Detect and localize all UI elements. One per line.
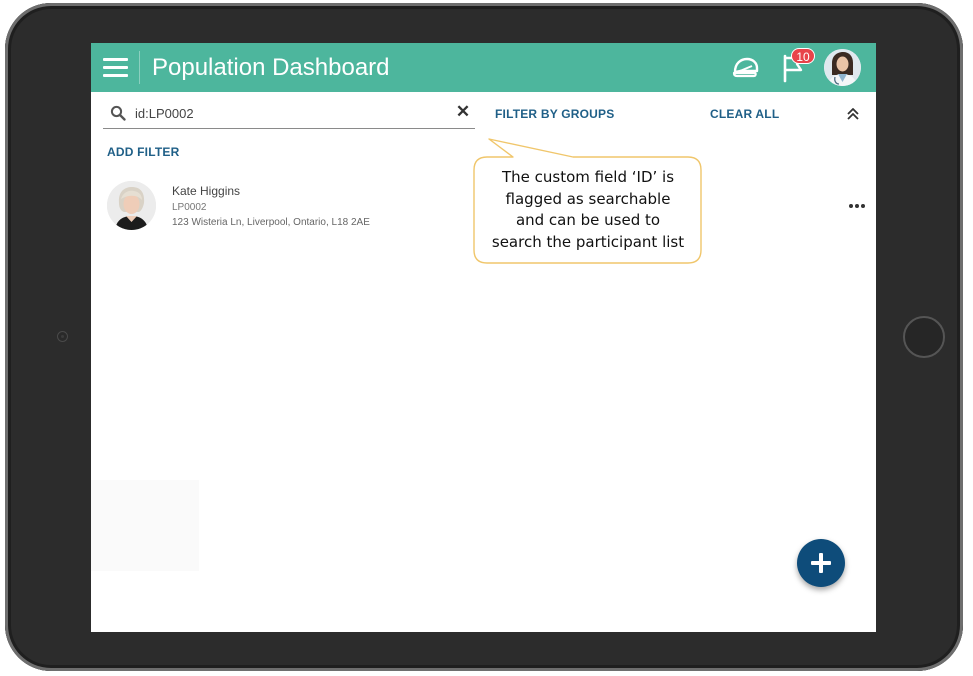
filter-by-groups-link[interactable]: FILTER BY GROUPS: [495, 107, 614, 121]
notification-badge: 10: [791, 48, 815, 64]
participant-id: LP0002: [172, 202, 207, 213]
clear-search-icon[interactable]: ✕: [455, 103, 471, 121]
camera-icon: [57, 331, 68, 342]
callout-line: search the participant list: [491, 232, 685, 251]
list-item[interactable]: Kate Higgins LP0002 123 Wisteria Ln, Liv…: [105, 178, 405, 238]
participant-name: Kate Higgins: [172, 184, 241, 198]
callout-line: The custom field ‘ID’ is: [501, 168, 675, 186]
menu-icon[interactable]: [103, 58, 128, 78]
chevron-double-up-icon[interactable]: [845, 106, 861, 122]
add-filter-link[interactable]: ADD FILTER: [107, 145, 179, 159]
app-bar-divider: [139, 51, 140, 84]
participant-avatar: [107, 181, 156, 230]
app-bar: Population Dashboard 10: [91, 43, 876, 92]
doctor-avatar-icon: [824, 49, 861, 86]
search-icon: [110, 105, 126, 121]
helmet-icon[interactable]: [731, 55, 761, 81]
callout-line: flagged as searchable: [505, 189, 671, 208]
page-title: Population Dashboard: [152, 54, 390, 81]
home-button[interactable]: [903, 316, 945, 358]
participant-address: 123 Wisteria Ln, Liverpool, Ontario, L18…: [172, 217, 370, 228]
app-screen: Population Dashboard 10 id:LP0002 ✕ FILT…: [91, 43, 876, 632]
callout-text: The custom field ‘ID’ is flagged as sear…: [475, 167, 701, 253]
callout-line: and can be used to: [515, 211, 661, 229]
search-input[interactable]: [135, 103, 435, 123]
user-avatar[interactable]: [824, 49, 861, 86]
faded-panel: [91, 480, 199, 571]
participant-photo-icon: [107, 181, 156, 230]
search-bar: ✕: [103, 100, 475, 129]
clear-all-link[interactable]: CLEAR ALL: [710, 107, 779, 121]
add-button[interactable]: [797, 539, 845, 587]
callout-bubble: [473, 138, 702, 264]
more-horizontal-icon[interactable]: [849, 200, 867, 212]
